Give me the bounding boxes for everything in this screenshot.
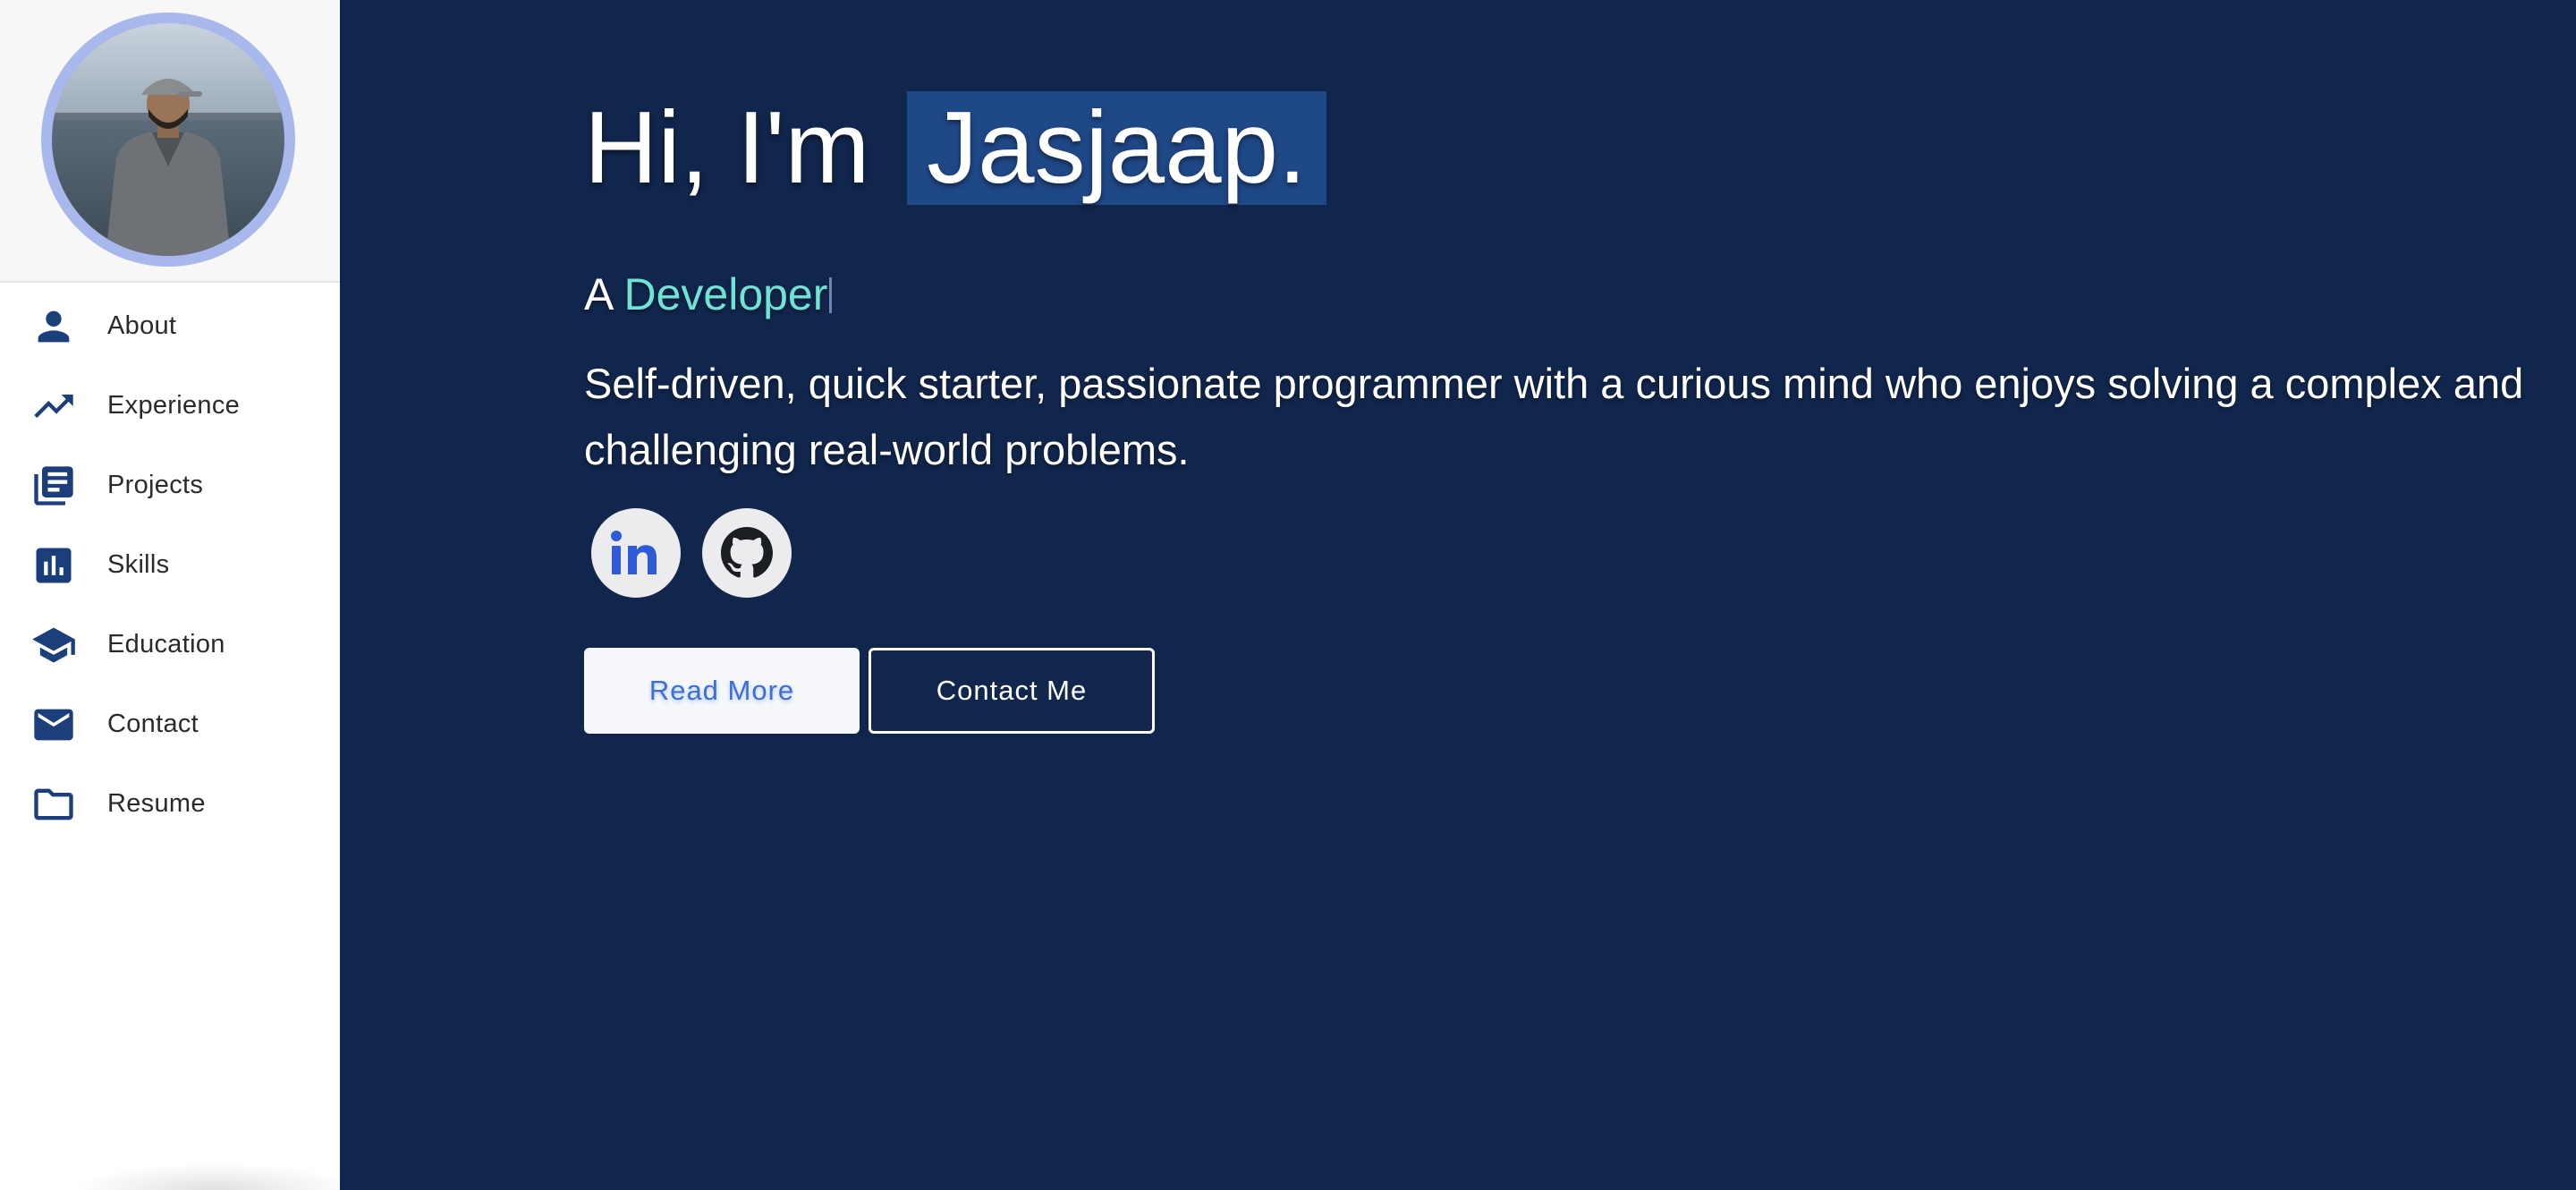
github-icon (721, 527, 773, 578)
sidebar-item-projects[interactable]: Projects (0, 446, 340, 525)
greeting: Hi, I'm (584, 91, 899, 205)
hero-description: Self-driven, quick starter, passionate p… (584, 360, 2524, 473)
sidebar-item-label: Resume (107, 789, 206, 818)
github-link[interactable] (702, 508, 792, 598)
sidebar-item-resume[interactable]: Resume (0, 764, 340, 844)
sidebar: About Experience Projects Skills Educati… (0, 0, 358, 1190)
sidebar-nav: About Experience Projects Skills Educati… (0, 286, 340, 844)
sidebar-item-experience[interactable]: Experience (0, 366, 340, 446)
sidebar-item-label: Projects (107, 471, 204, 499)
name-highlight: Jasjaap. (907, 91, 1326, 205)
sidebar-item-label: Contact (107, 710, 199, 738)
hero-title: Hi, I'm Jasjaap. (584, 88, 1326, 210)
person-icon (29, 302, 79, 352)
page-root: About Experience Projects Skills Educati… (0, 0, 2576, 1190)
sidebar-item-label: Experience (107, 391, 241, 420)
social-links (591, 508, 792, 598)
mail-icon (29, 700, 79, 750)
sidebar-item-education[interactable]: Education (0, 605, 340, 684)
sidebar-item-skills[interactable]: Skills (0, 525, 340, 605)
hero-section: Hi, I'm Jasjaap. A Developer Self-driven… (340, 0, 2576, 1190)
school-icon (29, 620, 79, 670)
profile-area (0, 0, 340, 283)
sidebar-item-label: Education (107, 630, 225, 659)
avatar (41, 13, 295, 267)
subtitle: A Developer (584, 268, 833, 320)
sidebar-item-label: Skills (107, 550, 170, 579)
library-books-icon (29, 461, 79, 511)
typing-cursor (829, 277, 833, 313)
hero-buttons: Read More Contact Me (584, 648, 1155, 734)
typed-role: Developer (623, 269, 828, 319)
sidebar-item-contact[interactable]: Contact (0, 684, 340, 764)
linkedin-icon (611, 531, 657, 574)
sidebar-shadow (72, 1163, 358, 1190)
read-more-button[interactable]: Read More (584, 648, 860, 734)
profile-photo (52, 23, 284, 256)
contact-me-button[interactable]: Contact Me (869, 648, 1155, 734)
sidebar-item-about[interactable]: About (0, 286, 340, 366)
folder-icon (29, 779, 79, 829)
sidebar-item-label: About (107, 311, 177, 340)
subtitle-prefix: A (584, 269, 624, 319)
linkedin-link[interactable] (591, 508, 681, 598)
bar-chart-icon (29, 540, 79, 591)
trending-up-icon (29, 381, 79, 431)
